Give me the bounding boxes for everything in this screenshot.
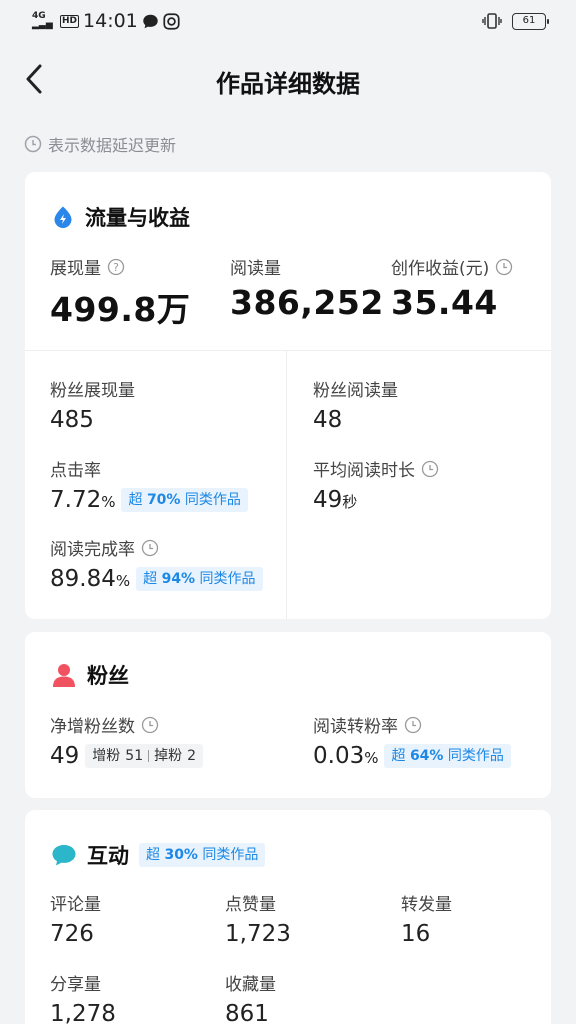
traffic-card: 流量与收益 展现量 ? 499.8万 阅读量 386,252 创作收益(元) 3… [25, 172, 551, 619]
fan-reads-metric: 粉丝阅读量 48 [313, 376, 398, 433]
status-bar: 4G ▂▃▅ HD 14:01 61 [0, 0, 576, 44]
traffic-card-title: 流量与收益 [51, 202, 190, 232]
conversion-value: 0.03% 超 64% 同类作品 [313, 743, 511, 769]
fan-impressions-label: 粉丝展现量 [50, 381, 135, 401]
page-title: 作品详细数据 [216, 70, 360, 98]
impressions-metric: 展现量 ? 499.8万 [50, 254, 190, 331]
fans-card-title: 粉丝 [51, 660, 129, 690]
app-notification-icon [163, 12, 180, 30]
person-icon [53, 664, 75, 687]
reads-value: 386,252 [230, 283, 384, 322]
clock-icon [421, 460, 439, 477]
fan-reads-value: 48 [313, 407, 343, 433]
fan-impressions-value: 485 [50, 407, 94, 433]
comments-value: 726 [50, 921, 94, 947]
clock-icon [141, 539, 159, 556]
completion-peer-badge: 超 94% 同类作品 [136, 567, 263, 591]
clock-icon [24, 135, 42, 153]
vibrate-icon [482, 13, 502, 29]
clock-icon [404, 716, 422, 733]
income-metric: 创作收益(元) 35.44 [391, 254, 513, 322]
clock-icon [496, 258, 513, 275]
income-value: 35.44 [391, 283, 498, 322]
net-fans-label: 净增粉丝数 [50, 712, 203, 737]
help-icon[interactable]: ? [107, 258, 125, 276]
column-divider [286, 350, 287, 619]
shares-label: 分享量 [50, 975, 101, 995]
battery-icon: 61 [512, 12, 549, 30]
interaction-peer-badge: 超 30% 同类作品 [139, 843, 266, 867]
favorites-value: 861 [225, 1001, 269, 1024]
ctr-label: 点击率 [50, 461, 101, 481]
likes-metric: 点赞量 1,723 [225, 890, 291, 947]
avg-read-time-metric: 平均阅读时长 49秒 [313, 456, 439, 513]
fan-impressions-metric: 粉丝展现量 485 [50, 376, 135, 433]
fans-card: 粉丝 净增粉丝数 49 增粉 51 掉粉 2 阅读转粉率 0.03% 超 64% 同… [25, 632, 551, 798]
status-time: 14:01 [83, 10, 138, 32]
favorites-label: 收藏量 [225, 975, 276, 995]
signal-icon: 4G ▂▃▅ [32, 11, 53, 30]
favorites-metric: 收藏量 861 [225, 970, 276, 1024]
shares-metric: 分享量 1,278 [50, 970, 116, 1024]
likes-value: 1,723 [225, 921, 291, 947]
message-icon [143, 14, 158, 28]
completion-metric: 阅读完成率 89.84% 超 94% 同类作品 [50, 535, 263, 592]
fan-reads-label: 粉丝阅读量 [313, 381, 398, 401]
completion-label: 阅读完成率 [50, 535, 263, 560]
hd-badge: HD [60, 14, 80, 28]
reposts-label: 转发量 [401, 895, 452, 915]
completion-value: 89.84% 超 94% 同类作品 [50, 566, 263, 592]
section-divider [25, 350, 551, 351]
conversion-peer-badge: 超 64% 同类作品 [384, 744, 511, 768]
reads-metric: 阅读量 386,252 [230, 254, 384, 322]
avg-read-time-value: 49秒 [313, 487, 358, 513]
interaction-card: 互动 超 30% 同类作品 评论量 726 点赞量 1,723 转发量 16 分… [25, 810, 551, 1024]
impressions-value: 499.8万 [50, 290, 191, 329]
clock-icon [141, 716, 159, 733]
reads-label: 阅读量 [230, 259, 281, 279]
conversion-label: 阅读转粉率 [313, 712, 511, 737]
avg-read-time-label: 平均阅读时长 [313, 456, 439, 481]
comments-metric: 评论量 726 [50, 890, 101, 947]
reposts-value: 16 [401, 921, 431, 947]
interaction-card-title: 互动 超 30% 同类作品 [51, 840, 266, 870]
net-fans-metric: 净增粉丝数 49 增粉 51 掉粉 2 [50, 712, 204, 769]
reposts-metric: 转发量 16 [401, 890, 452, 947]
comments-label: 评论量 [50, 895, 101, 915]
likes-label: 点赞量 [225, 895, 276, 915]
fans-gain-loss-badge: 增粉 51 掉粉 2 [85, 744, 204, 768]
svg-text:?: ? [113, 261, 119, 274]
chat-bubble-icon [52, 845, 76, 866]
top-bar: 作品详细数据 [0, 50, 576, 106]
conversion-metric: 阅读转粉率 0.03% 超 64% 同类作品 [313, 712, 511, 769]
shares-value: 1,278 [50, 1001, 116, 1024]
impressions-label: 展现量 ? [50, 254, 190, 279]
ctr-peer-badge: 超 70% 同类作品 [121, 488, 248, 512]
notice-text: 表示数据延迟更新 [48, 136, 177, 155]
ctr-value: 7.72% 超 70% 同类作品 [50, 487, 248, 513]
delay-notice: 表示数据延迟更新 [24, 132, 176, 156]
lightning-icon [54, 206, 72, 228]
income-label: 创作收益(元) [391, 254, 513, 279]
net-fans-value: 49 增粉 51 掉粉 2 [50, 743, 204, 769]
ctr-metric: 点击率 7.72% 超 70% 同类作品 [50, 456, 248, 513]
